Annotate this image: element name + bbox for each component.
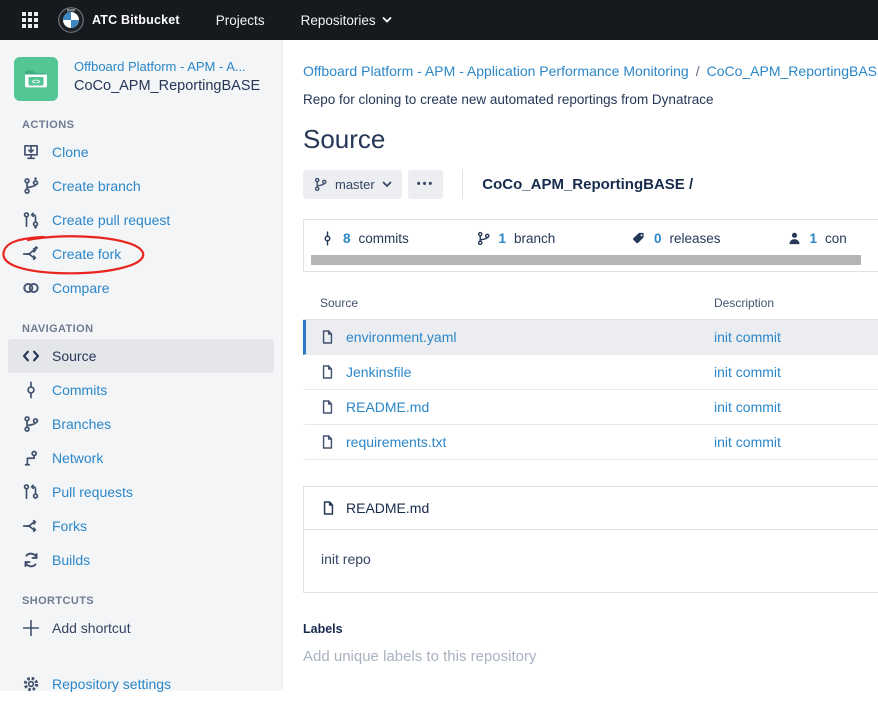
stat-releases[interactable]: 0releases (631, 231, 787, 246)
file-icon (320, 364, 335, 380)
more-actions-button[interactable]: ••• (408, 170, 444, 199)
sidebar-item-pull-requests[interactable]: Pull requests (0, 475, 282, 509)
page-title: Source (303, 124, 878, 155)
breadcrumb-project-link[interactable]: Offboard Platform - APM - Application Pe… (303, 63, 689, 79)
commit-message-link[interactable]: init commit (714, 329, 781, 345)
repo-description: Repo for cloning to create new automated… (303, 92, 878, 107)
repo-avatar[interactable]: <> (14, 57, 58, 101)
sidebar-item-source[interactable]: Source (8, 339, 274, 373)
commit-icon (320, 231, 335, 246)
section-actions: ACTIONS (22, 119, 282, 131)
commit-message-link[interactable]: init commit (714, 399, 781, 415)
stat-contributors[interactable]: 1con (787, 231, 878, 246)
sidebar-item-network[interactable]: Network (0, 441, 282, 475)
file-link[interactable]: Jenkinsfile (346, 364, 411, 380)
file-icon (321, 500, 336, 516)
file-table: Source Description environment.yaml init… (303, 296, 878, 460)
pull-requests-icon (22, 483, 40, 501)
readme-header[interactable]: README.md (304, 487, 878, 530)
top-navbar: BMW ATC Bitbucket Projects Repositories (0, 0, 878, 40)
file-icon (320, 399, 335, 415)
app-switcher-icon[interactable] (22, 12, 38, 28)
sidebar-item-compare[interactable]: Compare (0, 271, 282, 305)
branch-icon (476, 231, 491, 246)
repo-header: <> Offboard Platform - APM - A... CoCo_A… (0, 40, 282, 101)
branch-icon (313, 177, 328, 192)
sidebar-item-repository-settings[interactable]: Repository settings (0, 667, 282, 701)
labels-section: Labels Add unique labels to this reposit… (303, 622, 878, 665)
current-path: CoCo_APM_ReportingBASE / (482, 176, 693, 193)
file-link[interactable]: requirements.txt (346, 434, 446, 450)
code-folder-icon: <> (22, 65, 50, 93)
plus-icon (22, 619, 40, 637)
branch-toolbar: master ••• CoCo_APM_ReportingBASE / (303, 169, 878, 199)
sidebar-item-add-shortcut[interactable]: Add shortcut (0, 611, 282, 645)
stat-commits[interactable]: 8commits (320, 231, 476, 246)
sidebar-item-create-fork[interactable]: Create fork (0, 237, 282, 271)
labels-input-placeholder[interactable]: Add unique labels to this repository (303, 648, 878, 665)
divider (462, 169, 463, 199)
pull-request-icon (22, 211, 40, 229)
chevron-down-icon (382, 181, 392, 188)
network-icon (22, 449, 40, 467)
sidebar-item-create-pull-request[interactable]: Create pull request (0, 203, 282, 237)
breadcrumb-repo-link[interactable]: CoCo_APM_ReportingBASE (707, 63, 878, 79)
sidebar-item-create-branch[interactable]: Create branch (0, 169, 282, 203)
sidebar-item-branches[interactable]: Branches (0, 407, 282, 441)
horizontal-scrollbar[interactable] (311, 255, 861, 265)
table-row[interactable]: Jenkinsfile init commit (303, 355, 878, 390)
branches-icon (22, 415, 40, 433)
sidebar-item-clone[interactable]: Clone (0, 135, 282, 169)
chevron-down-icon (382, 16, 392, 24)
sidebar: <> Offboard Platform - APM - A... CoCo_A… (0, 40, 283, 691)
labels-title: Labels (303, 622, 878, 636)
sidebar-repo-name: CoCo_APM_ReportingBASE (74, 78, 260, 94)
table-row[interactable]: requirements.txt init commit (303, 425, 878, 460)
file-table-header: Source Description (303, 296, 878, 320)
file-icon (320, 434, 335, 450)
column-description: Description (714, 296, 774, 310)
readme-card: README.md init repo (303, 486, 878, 593)
svg-text:<>: <> (32, 77, 41, 86)
sidebar-project-link[interactable]: Offboard Platform - APM - A... (74, 59, 260, 74)
commit-icon (22, 381, 40, 399)
column-source: Source (303, 296, 714, 310)
sidebar-item-forks[interactable]: Forks (0, 509, 282, 543)
sidebar-item-builds[interactable]: Builds (0, 543, 282, 577)
branch-icon (22, 177, 40, 195)
builds-icon (22, 551, 40, 569)
readme-body: init repo (304, 530, 878, 592)
commit-message-link[interactable]: init commit (714, 434, 781, 450)
nav-repositories[interactable]: Repositories (301, 13, 392, 28)
fork-icon (22, 245, 40, 263)
repo-stats-bar: 8commits 1branch 0releases (303, 219, 878, 272)
table-row[interactable]: environment.yaml init commit (303, 320, 878, 355)
clone-icon (22, 143, 40, 161)
svg-text:BMW: BMW (67, 9, 76, 13)
sidebar-item-commits[interactable]: Commits (0, 373, 282, 407)
source-code-icon (22, 347, 40, 365)
brand-title: ATC Bitbucket (92, 13, 180, 27)
file-icon (320, 329, 335, 345)
breadcrumb: Offboard Platform - APM - Application Pe… (303, 63, 878, 79)
person-icon (787, 231, 802, 246)
section-shortcuts: SHORTCUTS (22, 595, 282, 607)
bmw-logo-icon: BMW (58, 7, 84, 33)
tag-icon (631, 231, 646, 246)
table-row[interactable]: README.md init commit (303, 390, 878, 425)
main-content: Offboard Platform - APM - Application Pe… (284, 40, 878, 691)
branch-selector-button[interactable]: master (303, 170, 402, 199)
nav-projects[interactable]: Projects (216, 13, 265, 28)
gear-icon (22, 675, 40, 693)
commit-message-link[interactable]: init commit (714, 364, 781, 380)
readme-filename: README.md (346, 500, 429, 516)
file-link[interactable]: environment.yaml (346, 329, 457, 345)
compare-icon (22, 279, 40, 297)
forks-icon (22, 517, 40, 535)
section-navigation: NAVIGATION (22, 323, 282, 335)
file-link[interactable]: README.md (346, 399, 429, 415)
stat-branches[interactable]: 1branch (476, 231, 632, 246)
